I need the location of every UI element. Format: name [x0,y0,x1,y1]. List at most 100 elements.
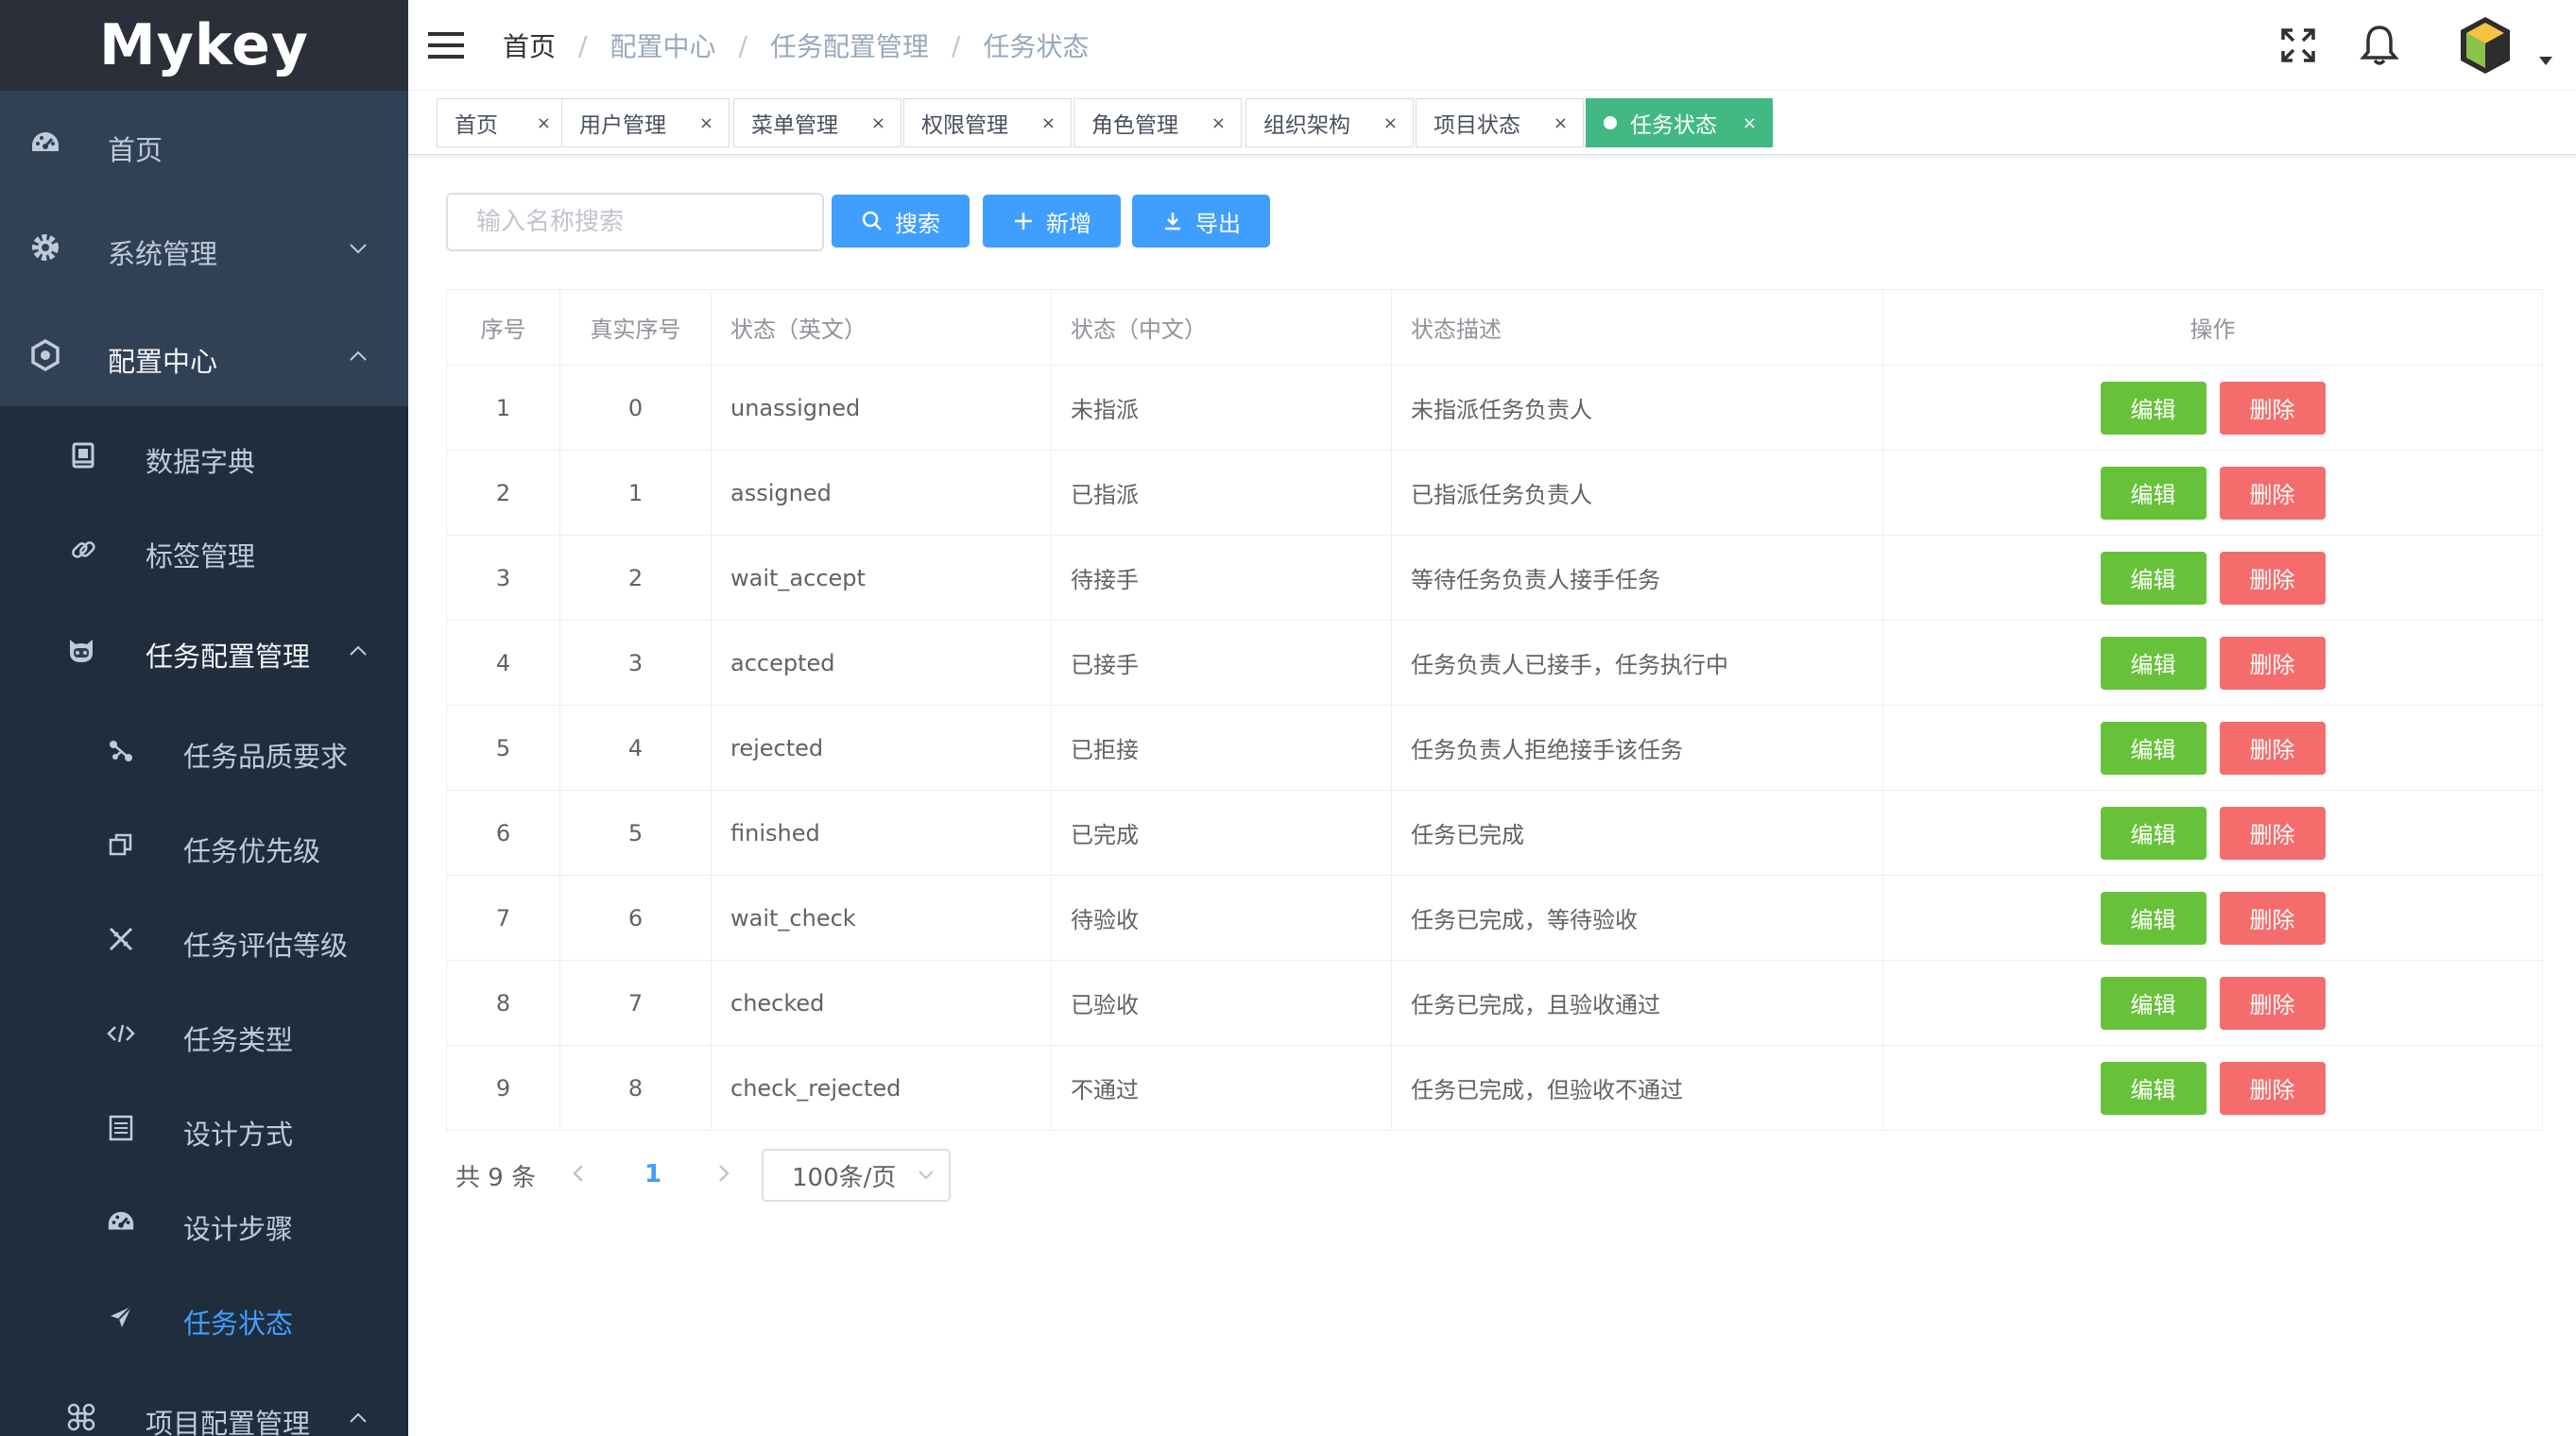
cell-status-en: wait_check [711,875,1052,961]
close-icon[interactable]: × [1554,113,1568,133]
column-header: 序号 [446,289,560,366]
cell-status-en: check_rejected [711,1045,1052,1131]
close-icon[interactable]: × [1041,113,1056,133]
edit-button[interactable]: 编辑 [2100,381,2207,435]
task-status-table: 序号 真实序号 状态（英文） 状态（中文） 状态描述 操作 1 0 unassign… [446,289,2543,1131]
sidebar-item-task-quality[interactable]: 任务品质要求 [0,716,408,786]
cell-actions: 编辑 删除 [1882,875,2543,961]
sidebar-item-design-method[interactable]: 设计方式 [0,1094,408,1164]
search-input[interactable] [446,193,824,251]
export-button-label: 导出 [1195,210,1241,237]
edit-button[interactable]: 编辑 [2100,466,2207,520]
sidebar-item-task-config[interactable]: 任务配置管理 [0,616,408,686]
logo[interactable]: Mykey [0,0,408,91]
prev-page-icon[interactable] [567,1160,590,1187]
breadcrumb-item[interactable]: 首页 [503,26,556,64]
row-actions: 编辑 删除 [1902,721,2523,775]
close-icon[interactable]: × [1743,113,1757,133]
edit-button[interactable]: 编辑 [2100,1061,2207,1115]
delete-button[interactable]: 删除 [2219,891,2326,945]
sidebar-item-label: 任务类型 [183,1024,294,1056]
export-button[interactable]: 导出 [1132,195,1270,248]
add-button[interactable]: 新增 [983,195,1121,248]
cell-index: 6 [446,790,560,876]
tag-home[interactable]: 首页 × [437,98,567,147]
sidebar-item-config-center[interactable]: 配置中心 [0,321,408,391]
link-icon [66,533,100,567]
pagination-current-page[interactable]: 1 [644,1160,661,1188]
tags-view: 首页 × 用户管理 × 菜单管理 × 权限管理 × 角色管理 × 组织架构 × 项目状态 × … [408,91,2576,155]
fullscreen-icon[interactable] [2275,23,2321,68]
cell-real-index: 7 [559,960,712,1046]
sidebar: Mykey 首页 系统管理 配置中心 数据字典 标签管理 任务配置管理 任务品质… [0,0,408,1436]
delete-button[interactable]: 删除 [2219,381,2326,435]
tag-project-status[interactable]: 项目状态 × [1416,98,1584,147]
code-icon [104,1017,138,1051]
cell-status-en: finished [711,790,1052,876]
close-icon[interactable]: × [699,113,713,133]
gear-icon [28,231,62,265]
edit-button[interactable]: 编辑 [2100,976,2207,1030]
tag-role-management[interactable]: 角色管理 × [1073,98,1242,147]
sidebar-item-design-steps[interactable]: 设计步骤 [0,1188,408,1258]
edit-button[interactable]: 编辑 [2100,636,2207,690]
sidebar-item-task-type[interactable]: 任务类型 [0,1000,408,1069]
sidebar-item-task-status[interactable]: 任务状态 [0,1283,408,1353]
cell-status-en: wait_accept [711,535,1052,621]
sidebar-item-label: 设计方式 [183,1119,294,1151]
caret-down-icon[interactable] [2538,55,2553,66]
cell-status-desc: 任务已完成 [1391,790,1883,876]
breadcrumb-item: 任务配置管理 [769,31,929,62]
delete-button[interactable]: 删除 [2219,976,2326,1030]
tag-task-status[interactable]: 任务状态 × [1586,98,1773,147]
close-icon[interactable]: × [871,113,885,133]
dictionary-icon [66,438,100,472]
sidebar-item-task-evaluation[interactable]: 任务评估等级 [0,905,408,975]
search-button-label: 搜索 [895,210,940,237]
bell-icon[interactable] [2357,23,2402,68]
delete-button[interactable]: 删除 [2219,551,2326,605]
chevron-up-icon [350,350,367,361]
column-header: 操作 [1882,289,2543,366]
tag-organization[interactable]: 组织架构 × [1245,98,1414,147]
tag-permission-management[interactable]: 权限管理 × [903,98,1072,147]
sidebar-item-data-dictionary[interactable]: 数据字典 [0,421,408,491]
plus-icon [1015,213,1032,230]
close-icon[interactable]: × [537,113,551,133]
sidebar-item-label: 首页 [108,134,163,166]
edit-button[interactable]: 编辑 [2100,891,2207,945]
sidebar-item-system[interactable]: 系统管理 [0,214,408,283]
delete-button[interactable]: 删除 [2219,1061,2326,1115]
next-page-icon[interactable] [713,1160,735,1187]
edit-button[interactable]: 编辑 [2100,806,2207,860]
table-row: 2 1 assigned 已指派 已指派任务负责人 编辑 删除 [446,450,2543,536]
close-icon[interactable]: × [1383,113,1398,133]
delete-button[interactable]: 删除 [2219,636,2326,690]
breadcrumb-item: 配置中心 [610,31,716,62]
add-button-label: 新增 [1046,210,1091,237]
sidebar-item-tag-management[interactable]: 标签管理 [0,516,408,586]
search-button[interactable]: 搜索 [832,195,970,248]
delete-button[interactable]: 删除 [2219,466,2326,520]
cell-status-desc: 等待任务负责人接手任务 [1391,535,1883,621]
command-icon [64,1400,98,1434]
delete-button[interactable]: 删除 [2219,806,2326,860]
hamburger-menu-icon[interactable] [427,26,465,64]
page-size-select[interactable]: 100条/页 [762,1149,951,1202]
delete-button[interactable]: 删除 [2219,721,2326,775]
cell-index: 3 [446,535,560,621]
table-row: 3 2 wait_accept 待接手 等待任务负责人接手任务 编辑 删除 [446,535,2543,621]
sidebar-item-home[interactable]: 首页 [0,110,408,180]
tag-user-management[interactable]: 用户管理 × [561,98,730,147]
edit-button[interactable]: 编辑 [2100,551,2207,605]
sidebar-item-task-priority[interactable]: 任务优先级 [0,811,408,880]
cell-index: 8 [446,960,560,1046]
sidebar-item-label: 数据字典 [146,446,256,478]
sidebar-item-project-config[interactable]: 项目配置管理 [0,1383,408,1436]
close-icon[interactable]: × [1211,113,1226,133]
tag-menu-management[interactable]: 菜单管理 × [733,98,902,147]
edit-button[interactable]: 编辑 [2100,721,2207,775]
avatar[interactable] [2453,13,2517,77]
tag-label: 组织架构 [1263,113,1350,138]
row-actions: 编辑 删除 [1902,551,2523,605]
